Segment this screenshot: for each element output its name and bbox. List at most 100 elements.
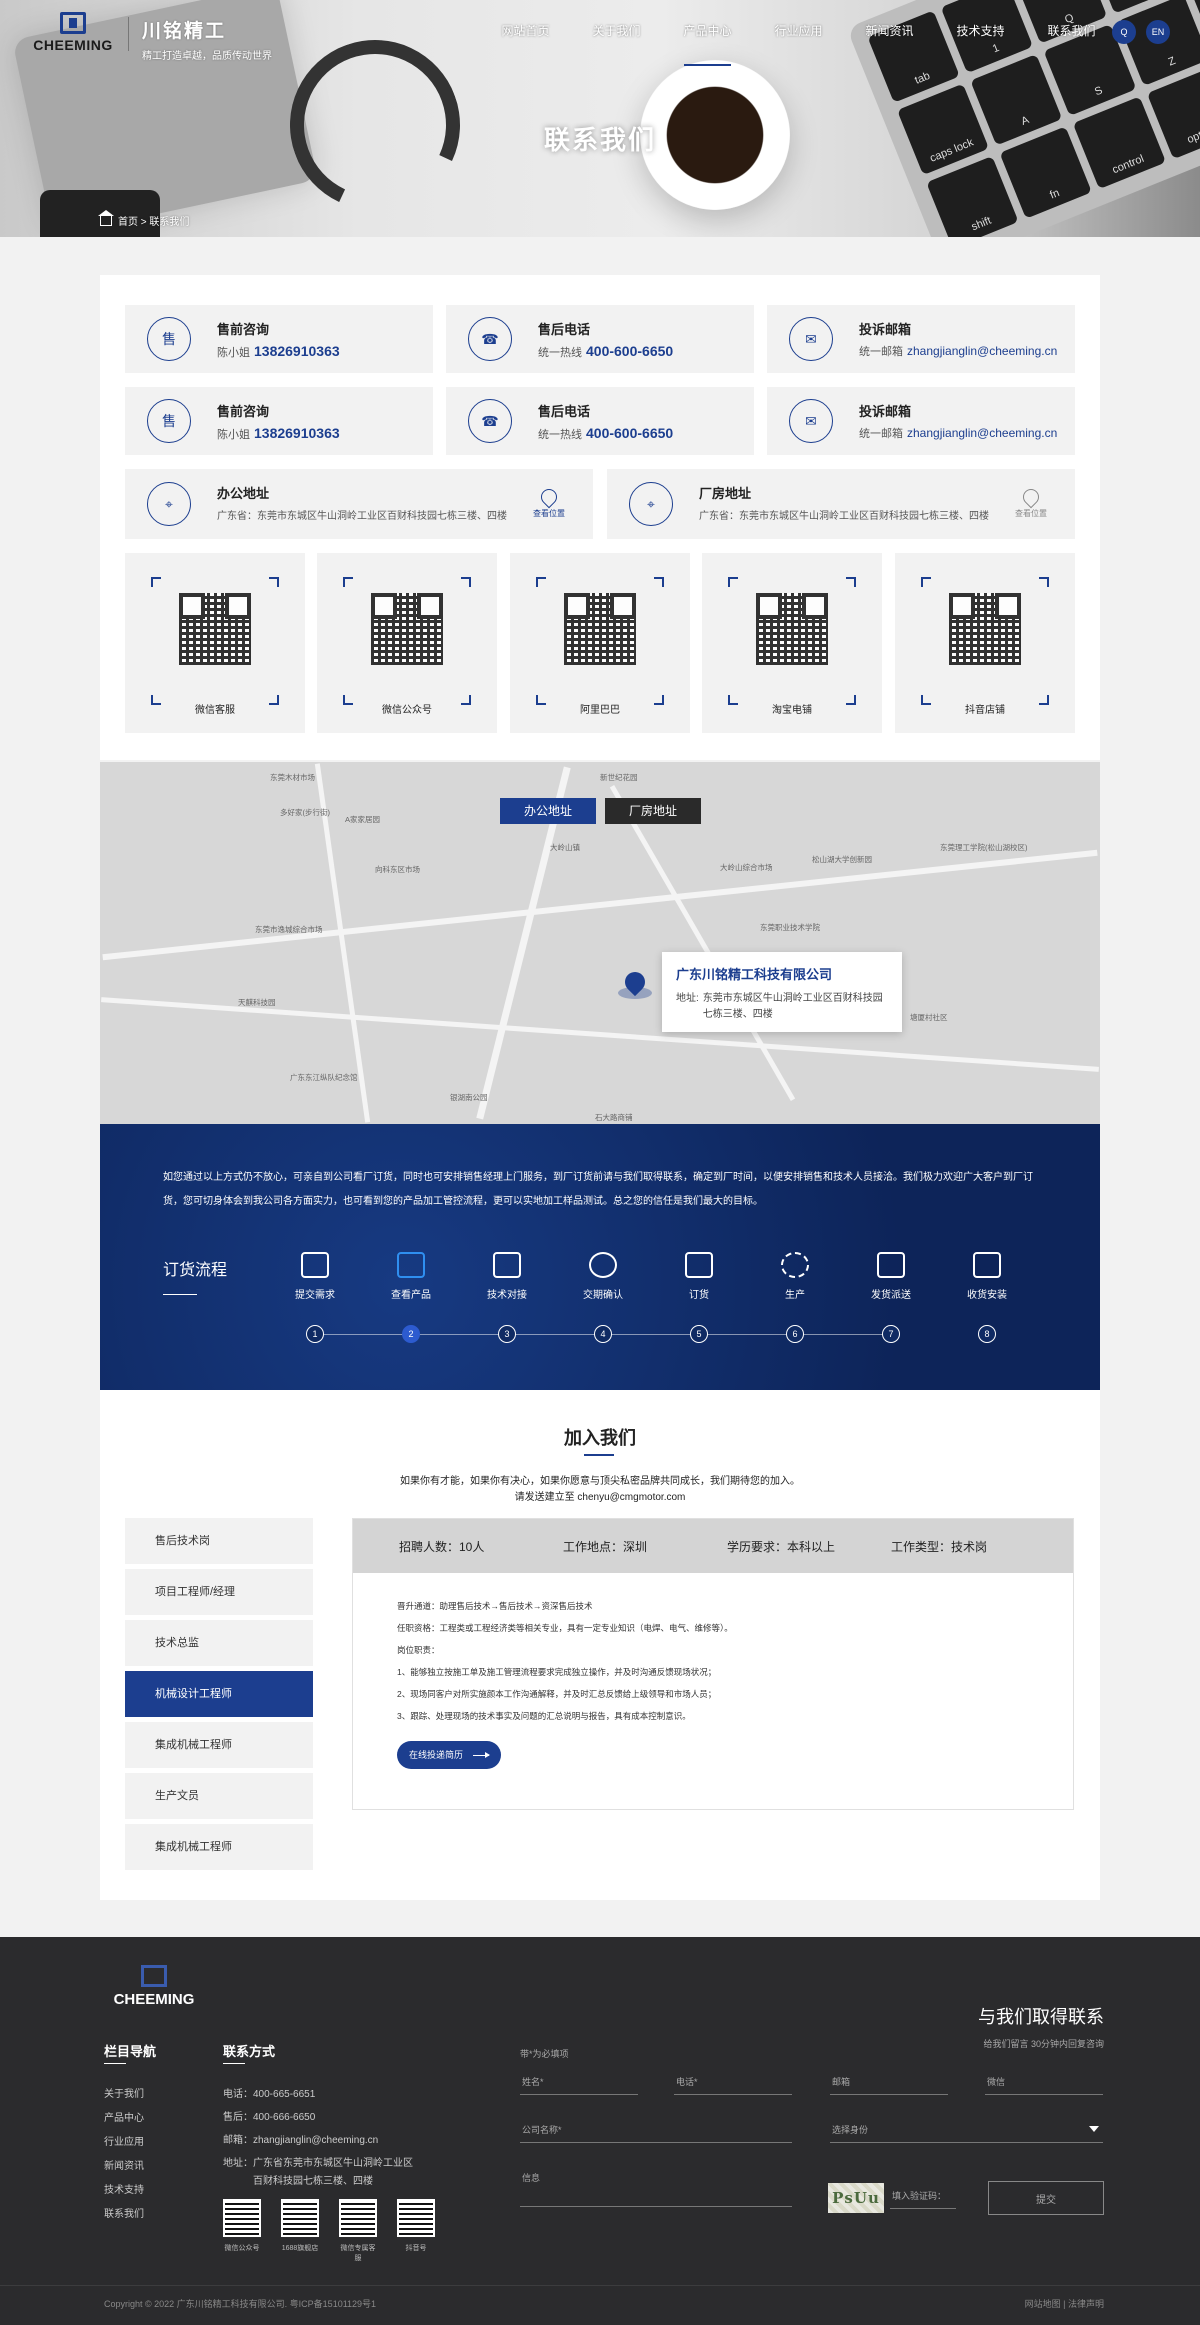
job-summary: 招聘人数：10人 工作地点：深圳 学历要求：本科以上 工作类型：技术岗 bbox=[353, 1519, 1073, 1573]
footer-contact-title: 联系方式 bbox=[223, 2044, 276, 2059]
footer-qr[interactable]: 1688旗舰店 bbox=[281, 2199, 319, 2263]
home-icon[interactable] bbox=[98, 209, 114, 226]
apply-online-button[interactable]: 在线投递简历 bbox=[397, 1741, 502, 1769]
company-field[interactable]: 公司名称* bbox=[520, 2117, 792, 2143]
footer-logo[interactable]: CHEEMING bbox=[104, 1965, 204, 2008]
step-node[interactable]: 3 bbox=[498, 1325, 516, 1343]
step-node[interactable]: 2 bbox=[402, 1325, 420, 1343]
nav-support[interactable]: 技术支持 bbox=[935, 0, 1026, 66]
footer-nav-item[interactable]: 关于我们 bbox=[104, 2083, 144, 2107]
job-item[interactable]: 集成机械工程师 bbox=[125, 1824, 313, 1870]
qr-taobao[interactable]: 淘宝电铺 bbox=[702, 553, 882, 733]
nav-home[interactable]: 网站首页 bbox=[480, 0, 571, 66]
map-label: 向科东区市场 bbox=[375, 865, 420, 874]
identity-select[interactable]: 选择身份 bbox=[830, 2117, 1103, 2143]
step-node[interactable]: 7 bbox=[882, 1325, 900, 1343]
phone-field[interactable]: 电话* bbox=[674, 2069, 792, 2095]
step-shipping[interactable]: 发货派送 bbox=[856, 1252, 926, 1301]
qr-wechat-service[interactable]: 微信客服 bbox=[125, 553, 305, 733]
footer-qr[interactable]: 微信公众号 bbox=[223, 2199, 261, 2263]
qr-code-image bbox=[397, 2199, 435, 2237]
view-location-label: 查看位置 bbox=[533, 509, 565, 518]
contact-card-presale: 售 售前咨询 陈小姐 13826910363 bbox=[125, 305, 433, 373]
logo[interactable]: CHEEMING bbox=[30, 12, 116, 56]
nav-contact[interactable]: 联系我们 bbox=[1026, 0, 1117, 66]
job-item[interactable]: 技术总监 bbox=[125, 1620, 313, 1666]
apply-label: 在线投递简历 bbox=[409, 1750, 464, 1760]
order-intro-text: 如您通过以上方式仍不放心，可亲自到公司看厂订货，同时也可安排销售经理上门服务，到… bbox=[163, 1172, 1033, 1207]
map-label: 松山湖大学创新园 bbox=[812, 855, 872, 864]
contact-value[interactable]: 13826910363 bbox=[254, 343, 340, 359]
step-tech-docking[interactable]: 技术对接 bbox=[472, 1252, 542, 1301]
step-node[interactable]: 6 bbox=[786, 1325, 804, 1343]
map-label: 多好家(步行街) bbox=[280, 808, 330, 817]
contact-value[interactable]: zhangjianglin@cheeming.cn bbox=[907, 344, 1057, 358]
step-node[interactable]: 8 bbox=[978, 1325, 996, 1343]
location-map[interactable]: 东莞木材市场 新世纪花园 多好家(步行街) A家家居园 向科东区市场 大岭山综合… bbox=[100, 762, 1100, 1124]
footer-nav-item[interactable]: 联系我们 bbox=[104, 2203, 144, 2227]
job-item[interactable]: 项目工程师/经理 bbox=[125, 1569, 313, 1615]
brand-slogan: 精工打造卓越，品质传动世界 bbox=[142, 51, 272, 62]
presale-icon: 售 bbox=[147, 399, 191, 443]
name-field[interactable]: 姓名* bbox=[520, 2069, 638, 2095]
footer-qr-label: 1688旗舰店 bbox=[281, 2245, 319, 2252]
nav-about[interactable]: 关于我们 bbox=[571, 0, 662, 66]
job-item[interactable]: 生产文员 bbox=[125, 1773, 313, 1819]
contact-value[interactable]: zhangjianglin@cheeming.cn bbox=[907, 426, 1057, 440]
address-text: 广东省：东莞市东城区牛山洞岭工业区百财科技园七栋三楼、四楼 bbox=[699, 511, 989, 522]
view-location-button[interactable]: 查看位置 bbox=[529, 485, 569, 519]
nav-news[interactable]: 新闻资讯 bbox=[844, 0, 935, 66]
step-order[interactable]: 订货 bbox=[664, 1252, 734, 1301]
step-production[interactable]: 生产 bbox=[760, 1252, 830, 1301]
footer-nav-item[interactable]: 新闻资讯 bbox=[104, 2155, 144, 2179]
order-process-section: 如您通过以上方式仍不放心，可亲自到公司看厂订货，同时也可安排销售经理上门服务，到… bbox=[100, 1124, 1100, 1390]
step-submit-request[interactable]: 提交需求 bbox=[280, 1252, 350, 1301]
step-node[interactable]: 4 bbox=[594, 1325, 612, 1343]
brand-divider bbox=[128, 17, 129, 51]
breadcrumb-text[interactable]: 首页 > 联系我们 bbox=[118, 213, 189, 228]
step-node[interactable]: 1 bbox=[306, 1325, 324, 1343]
nav-products[interactable]: 产品中心 bbox=[662, 0, 753, 66]
tab-factory-address[interactable]: 厂房地址 bbox=[605, 798, 701, 824]
job-item-active[interactable]: 机械设计工程师 bbox=[125, 1671, 313, 1717]
footer-links[interactable]: 网站地图 | 法律声明 bbox=[1025, 2297, 1104, 2310]
captcha-image[interactable]: PsUu bbox=[828, 2183, 884, 2213]
step-view-products[interactable]: 查看产品 bbox=[376, 1252, 446, 1301]
contact-value[interactable]: 400-600-6650 bbox=[586, 343, 673, 359]
tab-office-address[interactable]: 办公地址 bbox=[500, 798, 596, 824]
clock-icon bbox=[589, 1252, 617, 1278]
wechat-field[interactable]: 微信 bbox=[985, 2069, 1103, 2095]
footer-phone: 电话：400-665-6651 bbox=[223, 2089, 316, 2100]
footer-nav-item[interactable]: 技术支持 bbox=[104, 2179, 144, 2203]
edit-icon bbox=[301, 1252, 329, 1278]
footer-qr[interactable]: 抖音号 bbox=[397, 2199, 435, 2263]
job-item[interactable]: 集成机械工程师 bbox=[125, 1722, 313, 1768]
step-node[interactable]: 5 bbox=[690, 1325, 708, 1343]
search-icon[interactable]: Q bbox=[1112, 20, 1136, 44]
footer-nav-item[interactable]: 行业应用 bbox=[104, 2131, 144, 2155]
step-label: 发货派送 bbox=[871, 1290, 911, 1301]
qr-wechat-official[interactable]: 微信公众号 bbox=[317, 553, 497, 733]
breadcrumb: 首页 > 联系我们 bbox=[98, 209, 189, 228]
footer-qr[interactable]: 微信专属客服 bbox=[339, 2199, 377, 2263]
nav-industry[interactable]: 行业应用 bbox=[753, 0, 844, 66]
captcha-field[interactable]: 填入验证码： bbox=[890, 2183, 956, 2209]
top-navigation: CHEEMING 川铭精工 精工打造卓越，品质传动世界 网站首页 关于我们 产品… bbox=[0, 0, 1200, 66]
job-item[interactable]: 售后技术岗 bbox=[125, 1518, 313, 1564]
footer-nav-item[interactable]: 产品中心 bbox=[104, 2107, 144, 2131]
contact-value[interactable]: 13826910363 bbox=[254, 425, 340, 441]
step-install[interactable]: 收货安装 bbox=[952, 1252, 1022, 1301]
view-location-label: 查看位置 bbox=[1015, 509, 1047, 518]
step-delivery-confirm[interactable]: 交期确认 bbox=[568, 1252, 638, 1301]
job-line: 岗位职责： bbox=[397, 1645, 440, 1655]
qr-douyin[interactable]: 抖音店铺 bbox=[895, 553, 1075, 733]
view-location-button[interactable]: 查看位置 bbox=[1011, 485, 1051, 519]
qr-alibaba[interactable]: 阿里巴巴 bbox=[510, 553, 690, 733]
contact-value[interactable]: 400-600-6650 bbox=[586, 425, 673, 441]
contact-card-line: 统一邮箱 zhangjianglin@cheeming.cn bbox=[859, 425, 1057, 441]
message-field[interactable]: 信息 bbox=[520, 2165, 792, 2207]
email-field[interactable]: 邮箱 bbox=[830, 2069, 948, 2095]
submit-button[interactable]: 提交 bbox=[988, 2181, 1104, 2215]
language-button[interactable]: EN bbox=[1146, 20, 1170, 44]
qr-label: 淘宝电铺 bbox=[772, 705, 812, 716]
